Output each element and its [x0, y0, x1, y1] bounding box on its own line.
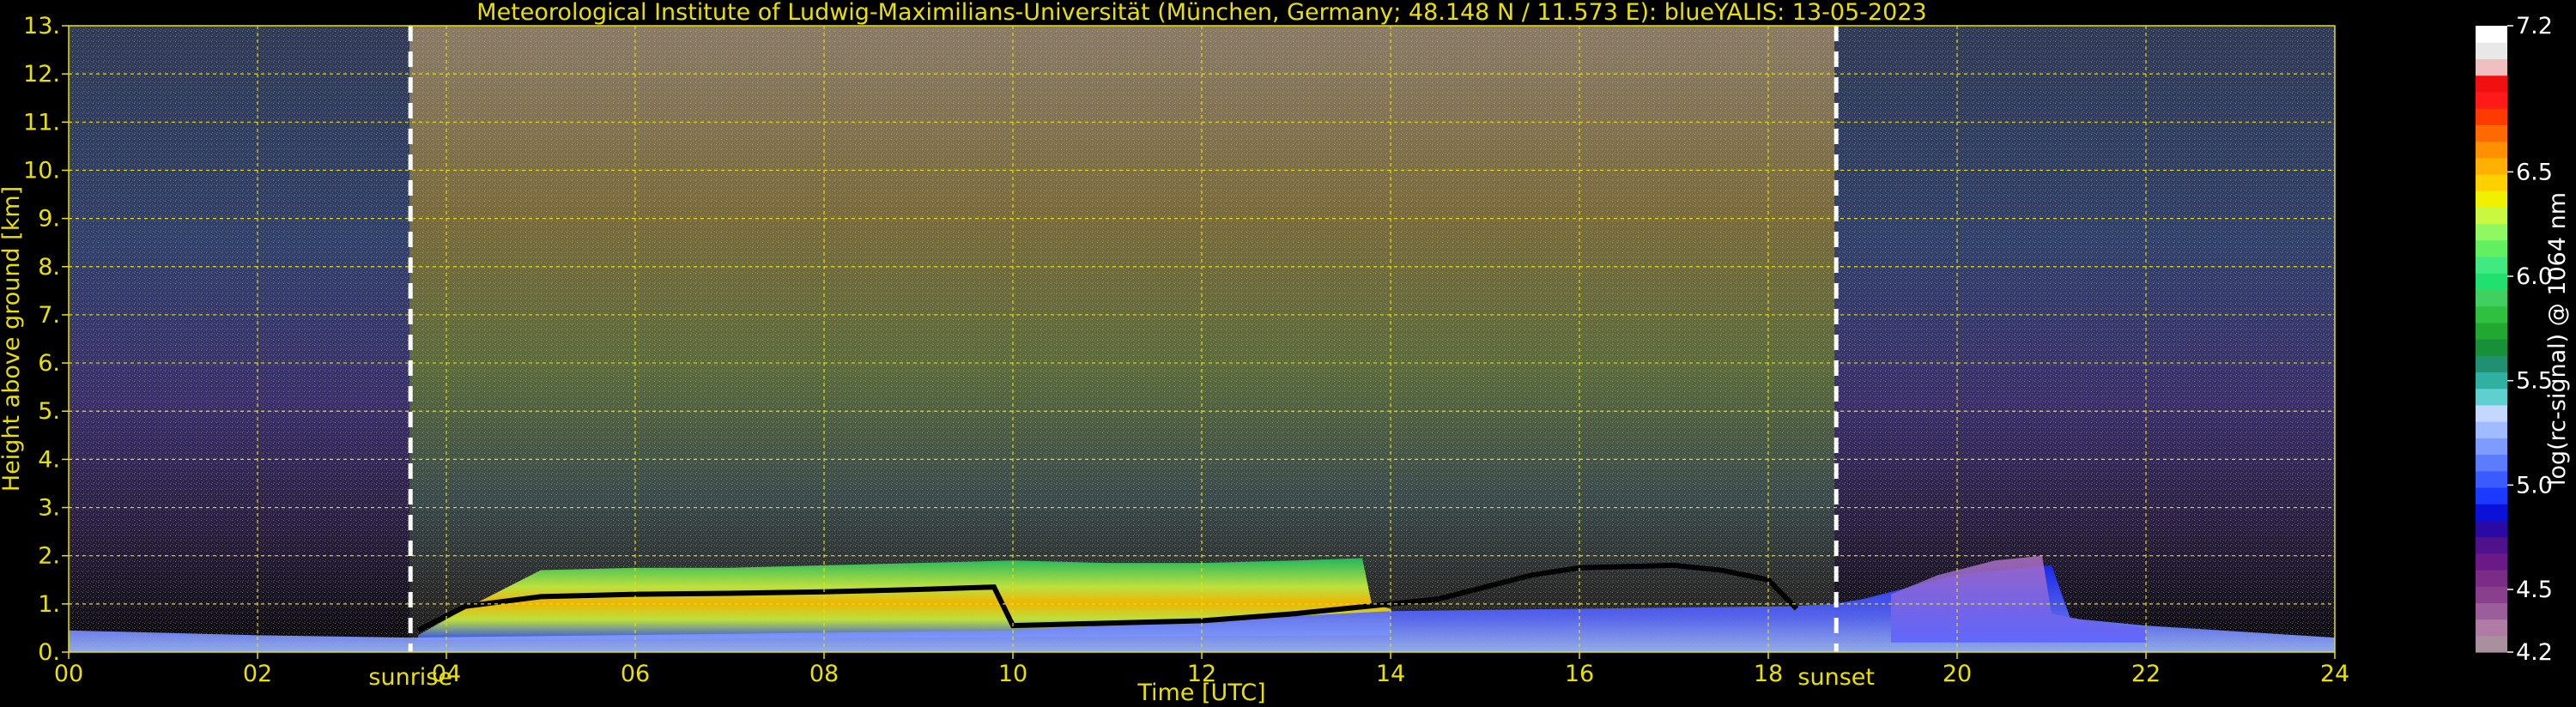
colorbar-segment [2476, 602, 2507, 620]
colorbar-segment [2476, 438, 2507, 456]
lidar-chart: 00 02 04 06 08 10 12 14 16 18 20 22 24 0.1.2.3.4.5.6… [0, 0, 2571, 706]
colorbar-segment [2476, 388, 2507, 406]
colorbar-segment [2476, 223, 2507, 241]
y-tick-label: 5. [38, 398, 60, 425]
colorbar-segment [2476, 289, 2507, 307]
colorbar-segment [2476, 619, 2507, 637]
colorbar-segment [2476, 553, 2507, 571]
x-tick-label: 02 [243, 661, 272, 687]
colorbar-segment [2476, 635, 2507, 653]
colorbar-segment [2476, 75, 2507, 93]
colorbar-tick-label: 6.5 [2516, 159, 2553, 185]
colorbar-segment [2476, 190, 2507, 208]
colorbar-segment [2476, 42, 2507, 60]
colorbar-segment [2476, 207, 2507, 225]
colorbar-segment [2476, 305, 2507, 323]
y-tick-label: 3. [38, 495, 60, 522]
colorbar-segment [2476, 58, 2507, 76]
colorbar-segment [2476, 404, 2507, 422]
colorbar-segment [2476, 91, 2507, 109]
y-tick-label: 9. [38, 206, 60, 233]
y-tick-label: 4. [38, 446, 60, 473]
sun-annotations: sunrise sunset [368, 664, 1875, 691]
colorbar-segment [2476, 586, 2507, 603]
colorbar-segment [2476, 454, 2507, 472]
colorbar-segment [2476, 372, 2507, 390]
y-tick-label: 6. [38, 350, 60, 377]
colorbar-segment [2476, 141, 2507, 159]
colorbar-segment [2476, 569, 2507, 587]
colorbar-segment [2476, 256, 2507, 274]
y-tick-label: 7. [38, 302, 60, 329]
y-tick-label: 10. [23, 157, 60, 184]
colorbar-segment [2476, 157, 2507, 175]
colorbar-tick-label: 7.2 [2516, 13, 2553, 39]
x-tick-label: 22 [2131, 661, 2161, 687]
colorbar-label: log(rc-signal) @ 1064 nm [2544, 192, 2571, 486]
colorbar-segment [2476, 239, 2507, 257]
y-axis-ticks: 0. 1. 2. 3. 4. 5. 6. 7. 8. 9. 10. 11. 12. 13. [23, 13, 69, 666]
x-tick-label: 10 [998, 661, 1027, 687]
x-tick-label: 08 [809, 661, 839, 687]
colorbar-segment [2476, 108, 2507, 125]
x-tick-label: 16 [1565, 661, 1594, 687]
sun-marker-label: sunrise [368, 664, 452, 691]
colorbar-segment [2476, 421, 2507, 438]
colorbar-segment [2476, 339, 2507, 356]
y-tick-label: 11. [23, 109, 60, 136]
x-tick-label: 24 [2320, 661, 2349, 687]
x-tick-label: 18 [1754, 661, 1783, 687]
colorbar-segment [2476, 486, 2507, 505]
y-tick-label: 13. [23, 13, 60, 39]
colorbar-segment [2476, 273, 2507, 290]
colorbar [2476, 26, 2507, 653]
y-tick-label: 2. [38, 543, 60, 570]
colorbar-segment [2476, 173, 2507, 191]
y-tick-label: 1. [38, 591, 60, 618]
colorbar-tick-label: 4.5 [2516, 577, 2553, 603]
colorbar-tick-label: 4.2 [2516, 639, 2553, 666]
y-tick-label: 8. [38, 254, 60, 281]
x-axis-label: Time [UTC] [1136, 680, 1265, 706]
sun-marker-label: sunset [1797, 664, 1875, 691]
chart-title: Meteorological Institute of Ludwig-Maxim… [476, 0, 1926, 26]
x-tick-label: 06 [621, 661, 650, 687]
colorbar-segment [2476, 536, 2507, 554]
y-tick-label: 0. [38, 639, 60, 666]
colorbar-segment [2476, 355, 2507, 373]
colorbar-segment [2476, 520, 2507, 538]
x-tick-label: 20 [1943, 661, 1972, 687]
x-tick-label: 14 [1376, 661, 1405, 687]
colorbar-segment [2476, 322, 2507, 340]
colorbar-segment [2476, 26, 2507, 43]
colorbar-segment [2476, 124, 2507, 142]
colorbar-segment [2476, 470, 2507, 488]
y-tick-label: 12. [23, 61, 60, 88]
colorbar-segment [2476, 504, 2507, 521]
y-axis-label: Height above ground [km] [0, 186, 25, 492]
